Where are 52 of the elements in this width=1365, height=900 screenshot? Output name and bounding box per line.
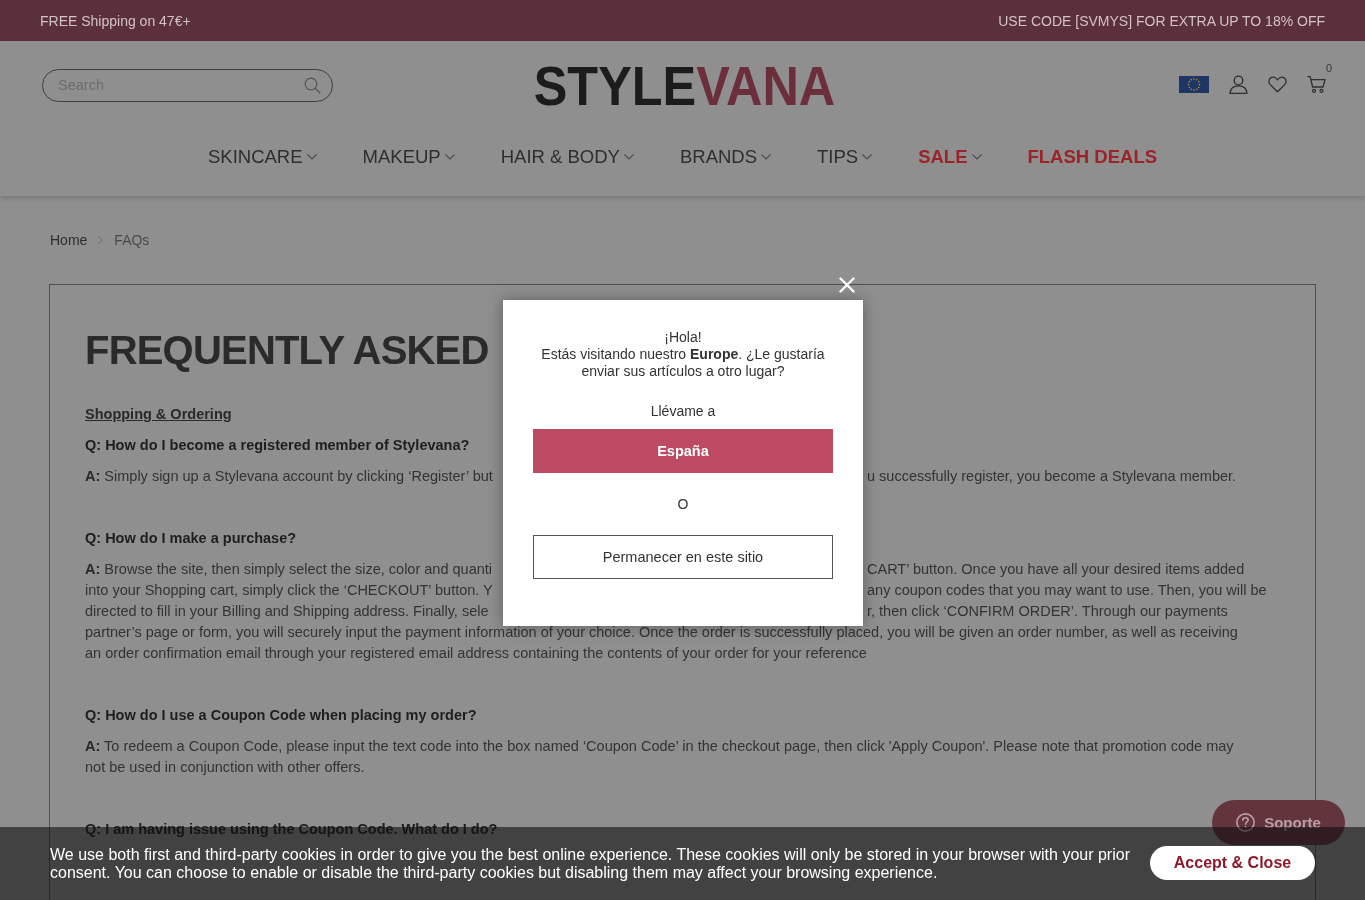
breadcrumb-current: FAQs bbox=[114, 232, 150, 248]
nav-link[interactable]: TIPS bbox=[817, 146, 873, 168]
answer-text: u successfully register, you become a Stylevana member. bbox=[867, 467, 1237, 486]
question-text: Q: How do I make a purchase? bbox=[85, 529, 297, 548]
breadcrumb-link[interactable]: Home bbox=[50, 232, 88, 248]
separator-text: O bbox=[677, 496, 689, 513]
cart-count: 0 bbox=[1325, 62, 1332, 74]
answer-text: partner’s page or form, you will securely input the payment information of your choice. Once the order is successfully placed, you will be given an order number, as well as receiving bbox=[85, 624, 1238, 640]
stay-button[interactable]: Permanecer en este sitio bbox=[533, 534, 833, 579]
promo-text: FREE Shipping on 47€+ bbox=[40, 12, 191, 29]
promo-text: USE CODE [SVMYS] FOR EXTRA UP TO 18% OFF bbox=[998, 12, 1325, 29]
user-icon[interactable] bbox=[1229, 75, 1248, 94]
answer-text: an order confirmation email through your registered email address containing the contents of your order for your reference bbox=[85, 645, 867, 661]
answer-text: A: Simply sign up a Stylevana account by clicking ‘Register’ but bbox=[85, 467, 493, 486]
dialog-prompt: Llévame a bbox=[650, 403, 716, 420]
page-title: FREQUENTLY ASKED bbox=[85, 327, 489, 374]
logo[interactable]: STYLEVANA bbox=[533, 57, 835, 114]
chevron-right-icon bbox=[98, 236, 104, 244]
answer-text: not be used in conjunction with other offers. bbox=[85, 759, 365, 775]
close-icon[interactable] bbox=[839, 277, 855, 293]
nav-link[interactable]: BRANDS bbox=[679, 146, 772, 168]
nav-link[interactable]: SKINCARE bbox=[207, 146, 317, 168]
country-button[interactable]: España bbox=[533, 428, 833, 473]
section-heading: Shopping & Ordering bbox=[85, 405, 232, 424]
question-text: Q: How do I use a Coupon Code when placing my order? bbox=[85, 706, 477, 725]
answer-text: r, then click ‘CONFIRM ORDER’. Through our payments bbox=[867, 602, 1228, 621]
chevron-down-icon bbox=[444, 154, 455, 160]
chevron-down-icon bbox=[971, 154, 982, 160]
nav-link[interactable]: HAIR & BODY bbox=[500, 146, 634, 168]
answer-text: any coupon codes that you may want to use. Then, you will be bbox=[867, 581, 1267, 600]
dialog-message: Estás visitando nuestro Europe. ¿Le gustaría enviar sus artículos a otro lugar? bbox=[540, 346, 826, 380]
nav-link[interactable]: FLASH DEALS bbox=[1027, 146, 1157, 168]
answer-text: A: Browse the site, then simply select the size, color and quanti bbox=[85, 560, 492, 579]
cart-icon[interactable] bbox=[1307, 75, 1326, 94]
question-text: Q: How do I become a registered member of Stylevana? bbox=[85, 436, 470, 455]
heart-icon[interactable] bbox=[1268, 75, 1287, 94]
search-icon[interactable] bbox=[304, 76, 321, 94]
chevron-down-icon bbox=[862, 154, 873, 160]
accept-button[interactable]: Accept & Close bbox=[1150, 845, 1315, 880]
answer-text: directed to fill in your Billing and Shipping address. Finally, sele bbox=[85, 602, 489, 621]
answer-text: CART’ button. Once you have all your desired items added bbox=[867, 560, 1245, 579]
chevron-down-icon bbox=[761, 154, 772, 160]
support-button[interactable]: Soporte bbox=[1212, 800, 1345, 845]
cookie-notice-text: We use both first and third-party cookies in order to give you the best online experience. These cookies will only be stored in your browser with your prior consent. You can choose to enable or disable the third-party cookies but disabling them may affect your browsing experience. bbox=[50, 845, 1131, 882]
help-icon bbox=[1236, 813, 1256, 832]
nav-link[interactable]: SALE bbox=[918, 146, 982, 168]
answer-text: into your Shopping cart, simply click the ‘CHECKOUT’ button. Y bbox=[85, 581, 493, 600]
nav-link[interactable]: MAKEUP bbox=[362, 146, 455, 168]
answer-text: A: To redeem a Coupon Code, please input the text code into the box named ‘Coupon Code’ in the checkout page, then click 'Apply Coupon'. Please note that promotion code may bbox=[85, 738, 1234, 754]
chevron-down-icon bbox=[306, 154, 317, 160]
greeting-text: ¡Hola! bbox=[664, 329, 702, 346]
chevron-down-icon bbox=[623, 154, 634, 160]
